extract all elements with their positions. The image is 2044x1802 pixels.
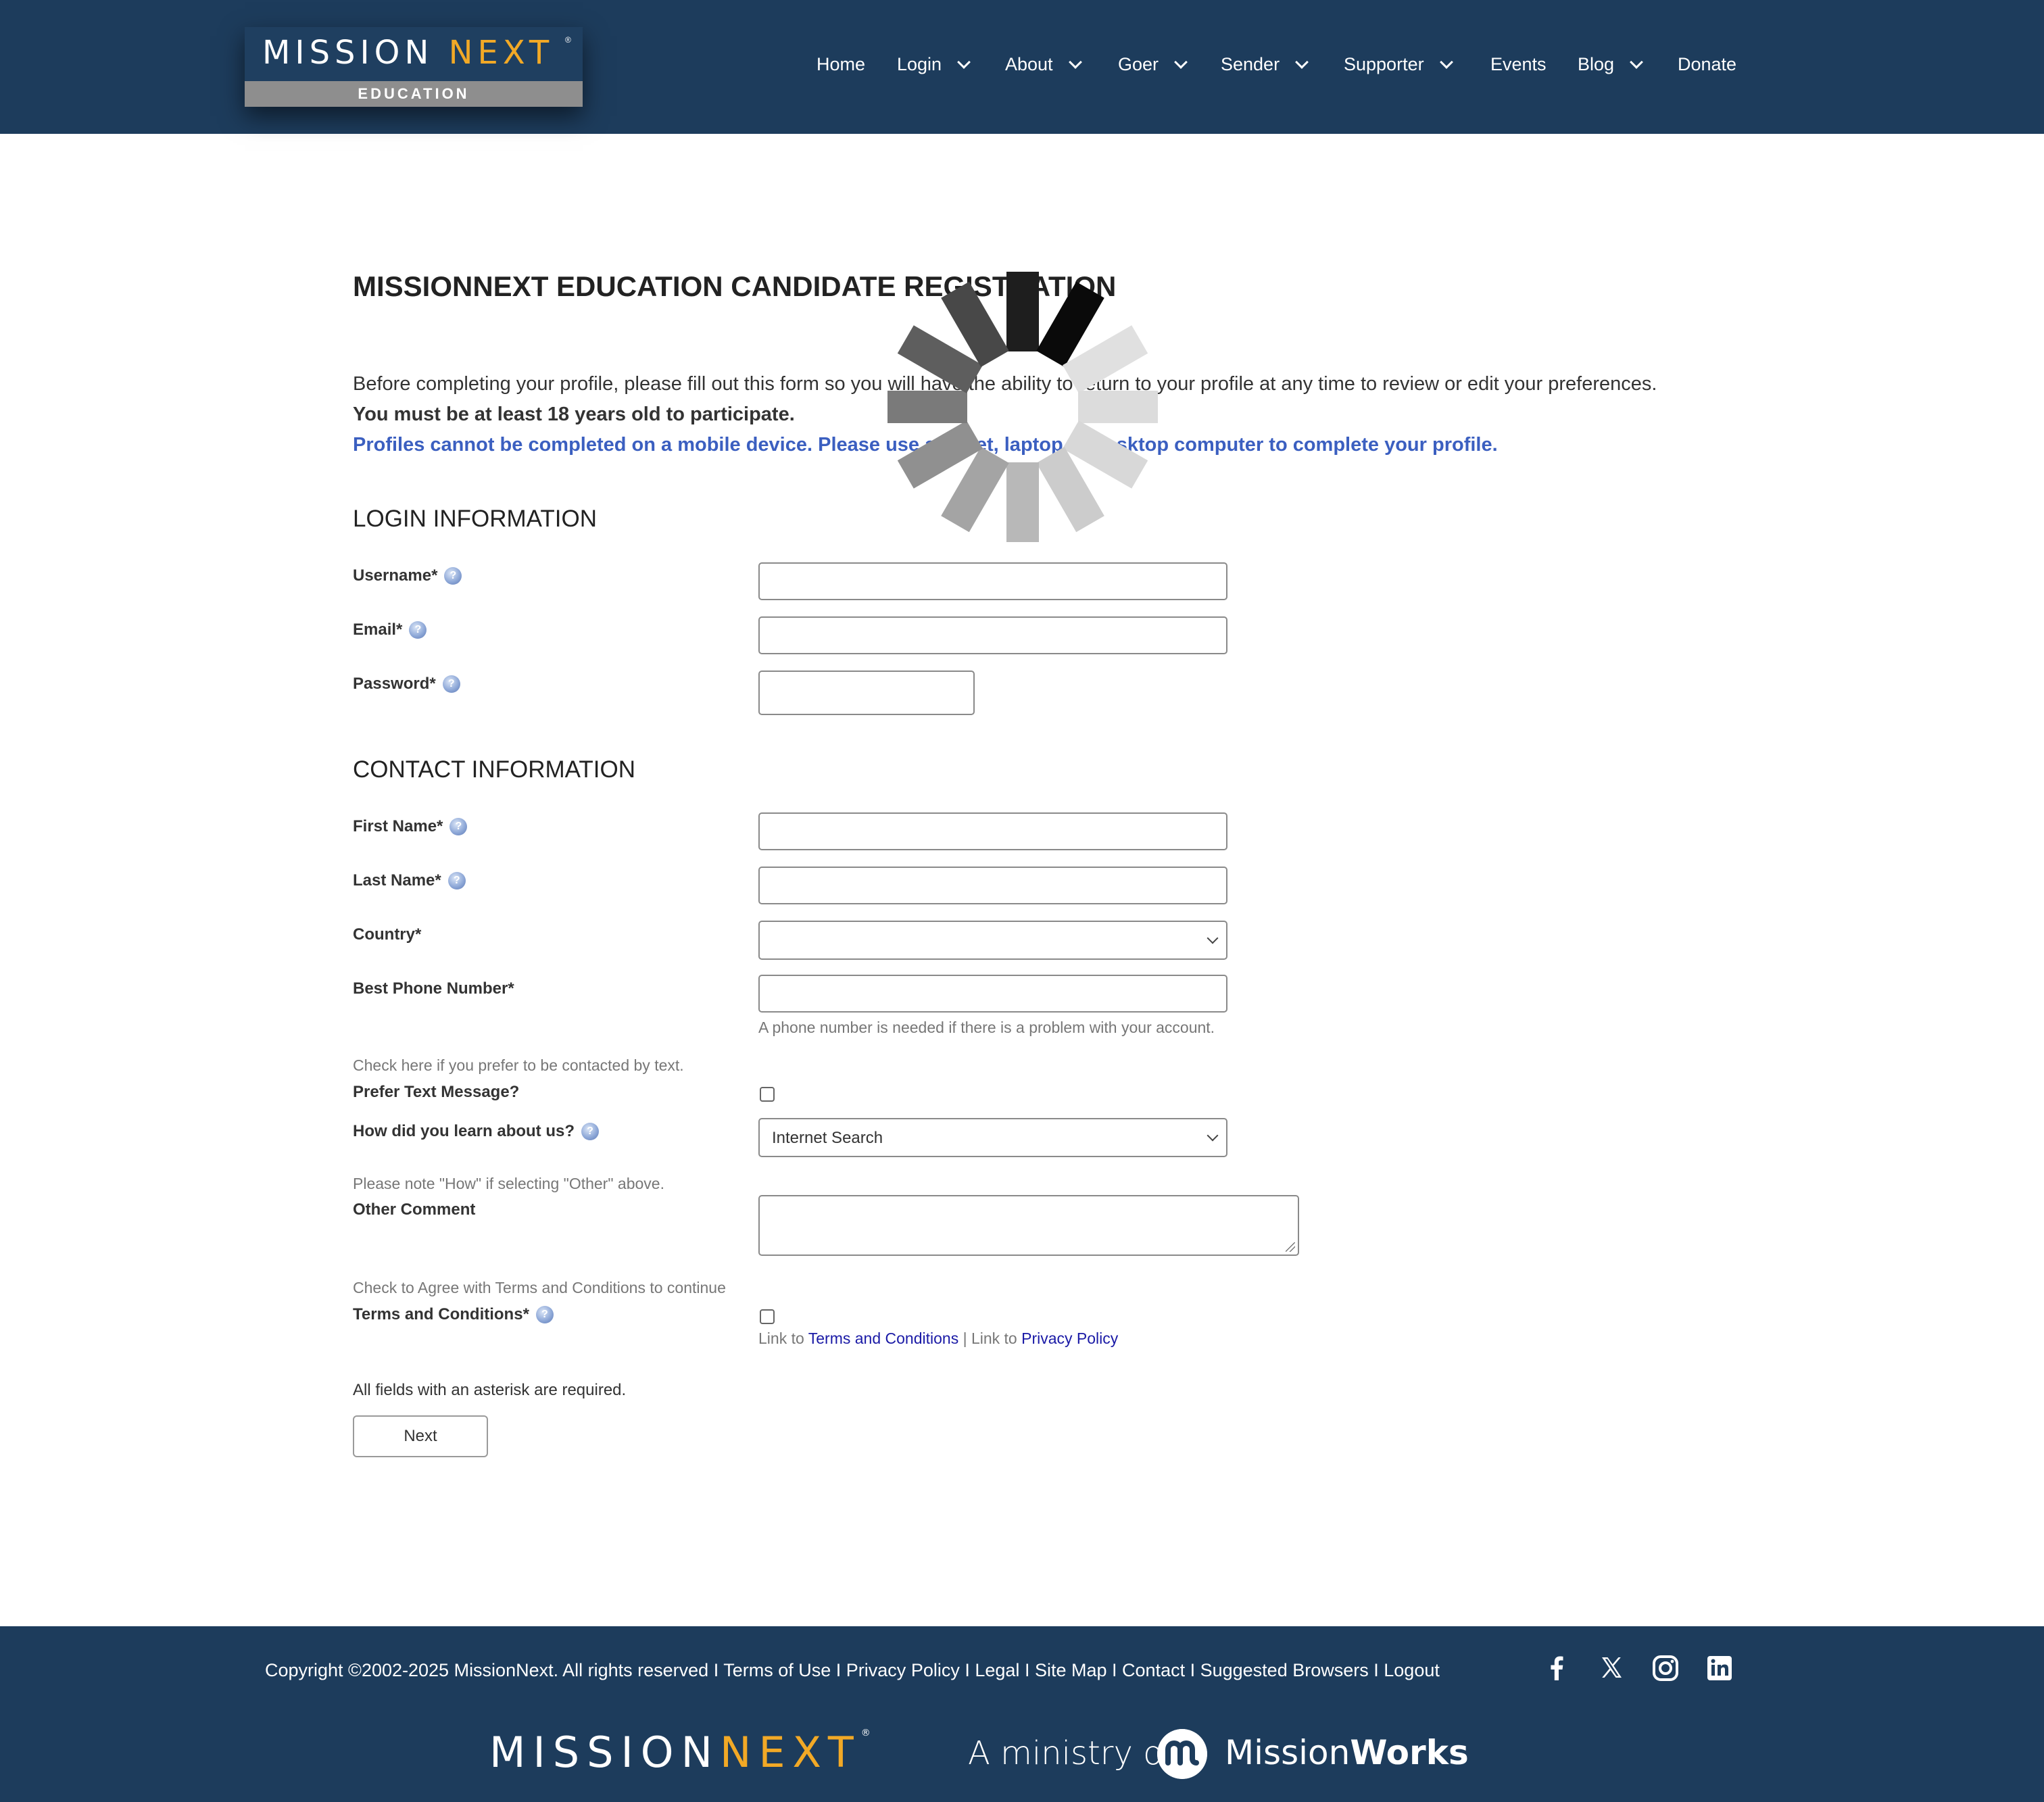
footer-link-browsers[interactable]: Suggested Browsers (1200, 1660, 1369, 1680)
footer-link-contact[interactable]: Contact (1122, 1660, 1185, 1680)
learn-select-value: Internet Search (772, 1129, 883, 1147)
loading-spinner-icon (887, 272, 1158, 542)
logo-wordmark: MISSION NEXT (262, 34, 554, 72)
footer-link-legal[interactable]: Legal (975, 1660, 1019, 1680)
footer-link-privacy[interactable]: Privacy Policy (846, 1660, 960, 1680)
site-header: MISSION NEXT ® EDUCATION Home Login Abou… (0, 0, 2044, 134)
spinner-segment (1078, 391, 1158, 423)
prefer-text-label: Prefer Text Message? (353, 1083, 520, 1101)
logo-subtitle: EDUCATION (358, 85, 470, 102)
logo-registered-mark: ® (565, 35, 571, 45)
terms-links: Link to Terms and Conditions | Link to P… (758, 1330, 1119, 1347)
last-name-input[interactable] (758, 867, 1227, 904)
nav-sender[interactable]: Sender (1221, 54, 1309, 75)
chevron-down-icon (957, 55, 971, 69)
nav-login[interactable]: Login (897, 54, 971, 75)
last-name-label: Last Name*? (353, 871, 466, 890)
next-button[interactable]: Next (353, 1415, 488, 1457)
learn-label: How did you learn about us?? (353, 1122, 600, 1141)
password-input[interactable] (758, 671, 975, 715)
text-hint: Check here if you prefer to be contacted… (353, 1056, 684, 1074)
help-icon[interactable]: ? (444, 567, 462, 585)
spinner-segment (887, 391, 967, 423)
nav-events[interactable]: Events (1490, 54, 1547, 75)
age-notice: You must be at least 18 years old to par… (353, 404, 795, 425)
nav-donate[interactable]: Donate (1678, 54, 1736, 75)
footer-links: Copyright ©2002-2025 MissionNext. All ri… (265, 1660, 1440, 1680)
help-icon[interactable]: ? (409, 621, 427, 639)
footer-link-sitemap[interactable]: Site Map (1035, 1660, 1107, 1680)
help-icon[interactable]: ? (535, 1306, 554, 1323)
country-select[interactable] (758, 921, 1227, 960)
footer-link-terms[interactable]: Terms of Use (723, 1660, 831, 1680)
footer-link-logout[interactable]: Logout (1384, 1660, 1440, 1680)
prefer-text-checkbox[interactable] (760, 1087, 775, 1102)
help-icon[interactable]: ? (442, 675, 460, 693)
nav-goer[interactable]: Goer (1118, 54, 1188, 75)
instagram-icon[interactable] (1651, 1653, 1680, 1683)
phone-input[interactable] (758, 975, 1227, 1013)
help-icon[interactable]: ? (449, 818, 468, 835)
learn-select[interactable]: Internet Search (758, 1118, 1227, 1157)
terms-checkbox[interactable] (760, 1309, 775, 1324)
spinner-segment (1006, 272, 1039, 351)
email-label: Email*? (353, 620, 427, 639)
section-login-heading: LOGIN INFORMATION (353, 506, 598, 532)
country-label: Country* (353, 925, 422, 944)
terms-hint: Check to Agree with Terms and Conditions… (353, 1279, 726, 1296)
other-comment-label: Other Comment (353, 1200, 476, 1219)
site-logo[interactable]: MISSION NEXT ® EDUCATION (245, 27, 583, 107)
nav-about[interactable]: About (1005, 54, 1082, 75)
chevron-down-icon (1439, 55, 1453, 69)
footer-missionnext-logo[interactable]: MISSIONNEXT® (489, 1728, 878, 1777)
other-comment-textarea[interactable] (758, 1195, 1299, 1256)
section-contact-heading: CONTACT INFORMATION (353, 756, 636, 783)
ministry-text: A ministry of (968, 1734, 1175, 1772)
linkedin-icon[interactable] (1705, 1653, 1734, 1683)
facebook-icon[interactable] (1542, 1653, 1572, 1683)
missionworks-logo-text[interactable]: MissionWorks (1225, 1733, 1469, 1772)
nav-supporter[interactable]: Supporter (1344, 54, 1453, 75)
terms-link[interactable]: Terms and Conditions (808, 1330, 958, 1347)
x-icon[interactable] (1597, 1653, 1626, 1683)
required-note: All fields with an asterisk are required… (353, 1381, 627, 1399)
first-name-label: First Name*? (353, 817, 468, 836)
resize-handle-icon[interactable] (1286, 1242, 1295, 1252)
chevron-down-icon (1207, 932, 1219, 944)
spinner-segment (1006, 462, 1039, 542)
chevron-down-icon (1295, 55, 1309, 69)
missionworks-logo-icon (1157, 1729, 1207, 1779)
chevron-down-icon (1174, 55, 1188, 69)
copyright-text: Copyright ©2002-2025 MissionNext. All ri… (265, 1660, 709, 1680)
site-footer: Copyright ©2002-2025 MissionNext. All ri… (0, 1626, 2044, 1802)
privacy-link[interactable]: Privacy Policy (1021, 1330, 1118, 1347)
username-label: Username*? (353, 566, 462, 585)
terms-label: Terms and Conditions*? (353, 1305, 554, 1324)
phone-label: Best Phone Number* (353, 979, 514, 998)
chevron-down-icon (1630, 55, 1643, 69)
other-hint: Please note "How" if selecting "Other" a… (353, 1175, 664, 1192)
help-icon[interactable]: ? (581, 1123, 600, 1140)
chevron-down-icon (1068, 55, 1082, 69)
email-input[interactable] (758, 616, 1227, 654)
username-input[interactable] (758, 562, 1227, 600)
first-name-input[interactable] (758, 812, 1227, 850)
nav-home[interactable]: Home (817, 54, 865, 75)
password-label: Password*? (353, 675, 460, 693)
phone-hint: A phone number is needed if there is a p… (758, 1019, 1215, 1036)
chevron-down-icon (1207, 1129, 1219, 1142)
help-icon[interactable]: ? (447, 872, 466, 890)
nav-blog[interactable]: Blog (1578, 54, 1643, 75)
